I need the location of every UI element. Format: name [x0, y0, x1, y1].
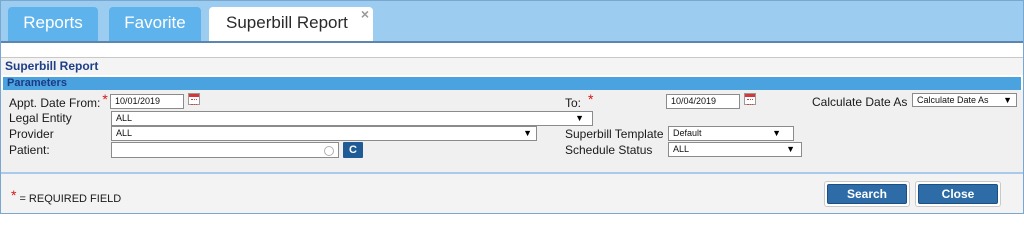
title-strip: Superbill Report: [1, 57, 1023, 75]
provider-label: Provider: [9, 127, 54, 141]
legal-entity-label: Legal Entity: [9, 111, 72, 125]
calendar-icon[interactable]: [744, 93, 756, 105]
tab-underline: [1, 41, 1023, 43]
tab-label: Favorite: [124, 13, 186, 32]
to-date-label: To: *: [565, 91, 594, 110]
tab-label: Reports: [23, 13, 83, 32]
select-value: Calculate Date As: [917, 95, 989, 105]
chevron-down-icon: ▼: [772, 128, 781, 138]
select-value: Default: [673, 128, 702, 138]
footer-bar: * = REQUIRED FIELD Search Close: [1, 174, 1023, 213]
patient-clear-button[interactable]: C: [343, 142, 363, 158]
legal-entity-select[interactable]: ALL ▼: [111, 111, 593, 126]
tab-reports[interactable]: Reports: [8, 7, 98, 41]
loading-spinner-icon: [324, 146, 334, 156]
close-icon[interactable]: ×: [361, 5, 369, 23]
tab-label: Superbill Report: [226, 13, 348, 32]
required-field-note: * = REQUIRED FIELD: [11, 187, 122, 205]
required-marker: *: [11, 187, 17, 203]
provider-select[interactable]: ALL ▼: [111, 126, 537, 141]
schedule-status-select[interactable]: ALL ▼: [668, 142, 802, 157]
chevron-down-icon: ▼: [523, 128, 532, 138]
parameters-form: Appt. Date From: * 10/01/2019 To: * 10/04/…: [1, 90, 1023, 172]
chevron-down-icon: ▼: [786, 144, 795, 154]
patient-label: Patient:: [9, 143, 50, 157]
section-title: Parameters: [7, 77, 67, 89]
select-value: ALL: [116, 113, 133, 123]
superbill-template-select[interactable]: Default ▼: [668, 126, 794, 141]
calculate-date-label: Calculate Date As: [812, 95, 908, 109]
chevron-down-icon: ▼: [1003, 95, 1012, 105]
appt-date-from-input[interactable]: 10/01/2019: [110, 94, 184, 109]
required-note-text: = REQUIRED FIELD: [19, 193, 122, 205]
required-marker: *: [102, 91, 108, 107]
page-title: Superbill Report: [5, 59, 99, 73]
schedule-status-label: Schedule Status: [565, 143, 653, 157]
tab-superbill-report[interactable]: Superbill Report ×: [209, 5, 373, 41]
tab-favorite[interactable]: Favorite: [109, 7, 201, 41]
chevron-down-icon: ▼: [575, 113, 584, 123]
select-value: ALL: [673, 144, 690, 154]
parameters-header: Parameters: [3, 77, 1021, 90]
required-marker: *: [588, 91, 594, 107]
select-value: ALL: [116, 128, 133, 138]
patient-input[interactable]: [111, 142, 339, 158]
search-button-label: Search: [827, 184, 907, 204]
calendar-icon[interactable]: [188, 93, 200, 105]
calculate-date-select[interactable]: Calculate Date As ▼: [912, 93, 1017, 107]
to-date-input[interactable]: 10/04/2019: [666, 94, 740, 109]
search-button[interactable]: Search: [824, 181, 910, 207]
appt-date-from-label: Appt. Date From: *: [9, 91, 108, 110]
tab-bar: Reports Favorite Superbill Report ×: [1, 1, 1023, 41]
close-button[interactable]: Close: [915, 181, 1001, 207]
close-button-label: Close: [918, 184, 998, 204]
superbill-template-label: Superbill Template: [565, 127, 664, 141]
